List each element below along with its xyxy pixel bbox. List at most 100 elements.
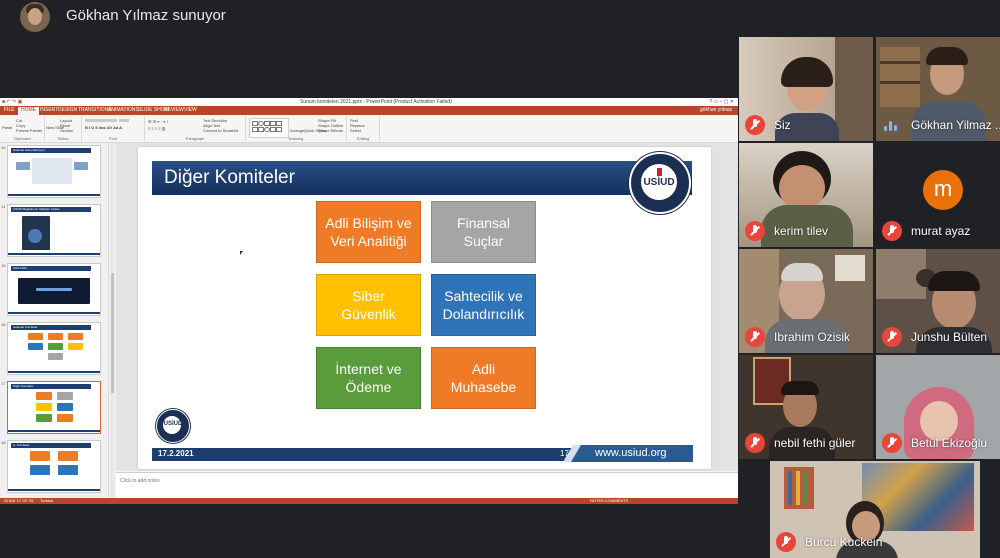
bold-italic-underline-icons[interactable]: B I U S abc AV Aa A: [85, 125, 122, 130]
list-icons[interactable]: ☰ ☰ ⇤ ⇥ ↕: [148, 119, 168, 124]
status-notes-comments[interactable]: NOTES COMMENTS: [590, 498, 628, 503]
tab-view[interactable]: VIEW: [184, 107, 197, 113]
shape-effects-button[interactable]: Shape Effects: [318, 128, 343, 133]
slide-website: www.usiud.org: [595, 447, 667, 459]
tab-insert[interactable]: INSERT: [40, 107, 58, 113]
user-name[interactable]: gökhan yılmaz: [700, 107, 732, 113]
thumbnail-title: Diğer Komiteler: [13, 384, 34, 388]
editing-group-label: Editing: [356, 136, 370, 141]
committee-box-sahtecilik[interactable]: Sahtecilik ve Dolandırıcılık: [431, 274, 536, 336]
muted-mic-icon: [745, 221, 765, 241]
paste-button[interactable]: Paste: [2, 125, 12, 130]
box-line: Suçlar: [463, 233, 504, 249]
slide-thumbnail-pane: 13 Gelecek Sunumlar(ıyor) 14 USİUD Başka…: [0, 143, 109, 498]
participant-name: Junshu Bülten: [911, 330, 988, 344]
presenter-avatar: [20, 2, 50, 32]
paragraph-group-label: Paragraph: [185, 136, 205, 141]
committee-box-finansal-suclar[interactable]: Finansal Suçlar: [431, 201, 536, 263]
muted-mic-icon: [882, 433, 902, 453]
muted-mic-icon: [882, 221, 902, 241]
thumbnail-number: 13: [1, 145, 6, 150]
participant-tile-ibrahim[interactable]: Ibrahim Ozisik: [739, 249, 873, 353]
thumbnail-scrollbar[interactable]: [110, 143, 115, 498]
participant-tile-betul[interactable]: Betül Ekizoğlu: [876, 355, 1000, 459]
participant-name: kerim tilev: [774, 224, 829, 238]
tab-review[interactable]: REVIEW: [164, 107, 184, 113]
slide-header-band: Diğer Komiteler: [152, 161, 692, 195]
slide-page-number: 17: [560, 449, 569, 458]
participant-tile-junshu[interactable]: Junshu Bülten: [876, 249, 1000, 353]
ribbon-tabs: FILE HOME INSERT DESIGN TRANSITIONS ANIM…: [0, 106, 738, 115]
slide-thumbnail-13[interactable]: Gelecek Sunumlar(ıyor): [7, 145, 101, 198]
box-line: İnternet ve: [335, 361, 402, 377]
slide-thumbnail-18[interactable]: Ç. Komiteler: [7, 440, 101, 493]
thumbnail-number: 16: [1, 322, 6, 327]
section-button[interactable]: Section: [60, 128, 73, 133]
shapes-gallery[interactable]: [249, 118, 289, 138]
slide-thumbnail-17-active[interactable]: Diğer Komiteler: [7, 381, 101, 434]
muted-mic-icon: [776, 532, 796, 552]
drawing-group-label: Drawing: [288, 136, 304, 141]
presenter-label: Gökhan Yılmaz sunuyor: [66, 7, 226, 24]
committee-box-adli-muhasebe[interactable]: Adli Muhasebe: [431, 347, 536, 409]
participant-tile-murat[interactable]: m murat ayaz: [876, 143, 1000, 247]
muted-mic-icon: [745, 327, 765, 347]
slide-title: Diğer Komiteler: [164, 167, 295, 188]
tab-transitions[interactable]: TRANSITIONS: [78, 107, 112, 113]
slide-canvas: Diğer Komiteler USİUD Adli Bilişim ve Ver…: [116, 143, 738, 471]
font-size-box[interactable]: [119, 119, 129, 122]
box-line: Muhasebe: [450, 379, 517, 395]
thumbnail-title: Gelecek Sunumlar(ıyor): [13, 148, 45, 152]
quick-access-icons[interactable]: ■ ↶ ↷ ▣: [2, 99, 22, 105]
participant-tile-burcu[interactable]: Burcu Kuckein: [770, 461, 980, 558]
status-bar: SLIDE 17 OF 25 Turkish NOTES COMMENTS: [0, 498, 738, 504]
font-name-box[interactable]: [85, 119, 117, 122]
usiud-seal-logo: USİUD: [156, 409, 190, 443]
participant-tile-siz[interactable]: Siz: [739, 37, 873, 141]
participant-name: Siz: [774, 118, 791, 132]
box-line: Veri Analitiği: [330, 233, 407, 249]
slide-thumbnail-15[interactable]: Ödül 2021: [7, 263, 101, 316]
thumbnail-number: 14: [1, 204, 6, 209]
status-language: Turkish: [40, 498, 53, 503]
participant-name: Betül Ekizoğlu: [911, 436, 988, 450]
participant-tile-nebil[interactable]: nebil fethi güler: [739, 355, 873, 459]
arrange-button[interactable]: Arrange: [290, 128, 304, 133]
mouse-cursor-icon: [240, 251, 243, 255]
committee-box-internet-odeme[interactable]: İnternet ve Ödeme: [316, 347, 421, 409]
slide-thumbnail-16[interactable]: Gelecek Komiteler: [7, 322, 101, 375]
box-line: Adli Bilişim ve: [325, 215, 412, 231]
thumbnail-title: Gelecek Komiteler: [13, 325, 38, 329]
box-line: Güvenlik: [341, 306, 396, 322]
align-icons[interactable]: ≡ ≡ ≡ ≡ ▥: [148, 126, 166, 131]
tab-file[interactable]: FILE: [2, 107, 17, 113]
status-slide-count: SLIDE 17 OF 25: [4, 498, 34, 503]
participant-name: Gökhan Yilmaz ...: [911, 118, 1000, 132]
committee-box-adli-bilisim[interactable]: Adli Bilişim ve Veri Analitiği: [316, 201, 421, 263]
notes-pane[interactable]: Click to add notes: [116, 472, 738, 499]
current-slide[interactable]: Diğer Komiteler USİUD Adli Bilişim ve Ver…: [138, 147, 711, 469]
thumbnail-number: 17: [1, 381, 6, 386]
box-line: Sahtecilik ve: [444, 288, 523, 304]
thumbnail-title: Ç. Komiteler: [13, 443, 30, 447]
slides-group: New Slide Layout Reset Section Slides: [45, 116, 82, 141]
committee-box-siber-guvenlik[interactable]: Siber Güvenlik: [316, 274, 421, 336]
notes-placeholder: Click to add notes: [120, 478, 160, 484]
usiud-seal-text: USİUD: [163, 421, 183, 427]
tab-design[interactable]: DESIGN: [58, 107, 77, 113]
format-painter-button[interactable]: Format Painter: [16, 128, 42, 133]
select-button[interactable]: Select: [350, 128, 361, 133]
clipboard-group-label: Clipboard: [13, 136, 31, 141]
participant-tile-kerim[interactable]: kerim tilev: [739, 143, 873, 247]
convert-smartart-button[interactable]: Convert to SmartArt: [203, 128, 238, 133]
tab-animations[interactable]: ANIMATIONS: [108, 107, 139, 113]
window-controls[interactable]: ? ▭ – ▢ ✕: [709, 99, 734, 105]
box-line: Ödeme: [345, 379, 392, 395]
shared-screen-powerpoint: ■ ↶ ↷ ▣ Sunum komiteleri 2021.pptx - Pow…: [0, 98, 738, 504]
participant-name: nebil fethi güler: [774, 436, 856, 450]
slide-thumbnail-14[interactable]: USİUD Başkanının Takipleri Listesi: [7, 204, 101, 257]
participant-tile-gokhan[interactable]: Gökhan Yilmaz ...: [876, 37, 1000, 141]
participant-avatar-letter: m: [923, 170, 963, 210]
tab-home[interactable]: HOME: [18, 107, 39, 115]
slides-group-label: Slides: [57, 136, 69, 141]
